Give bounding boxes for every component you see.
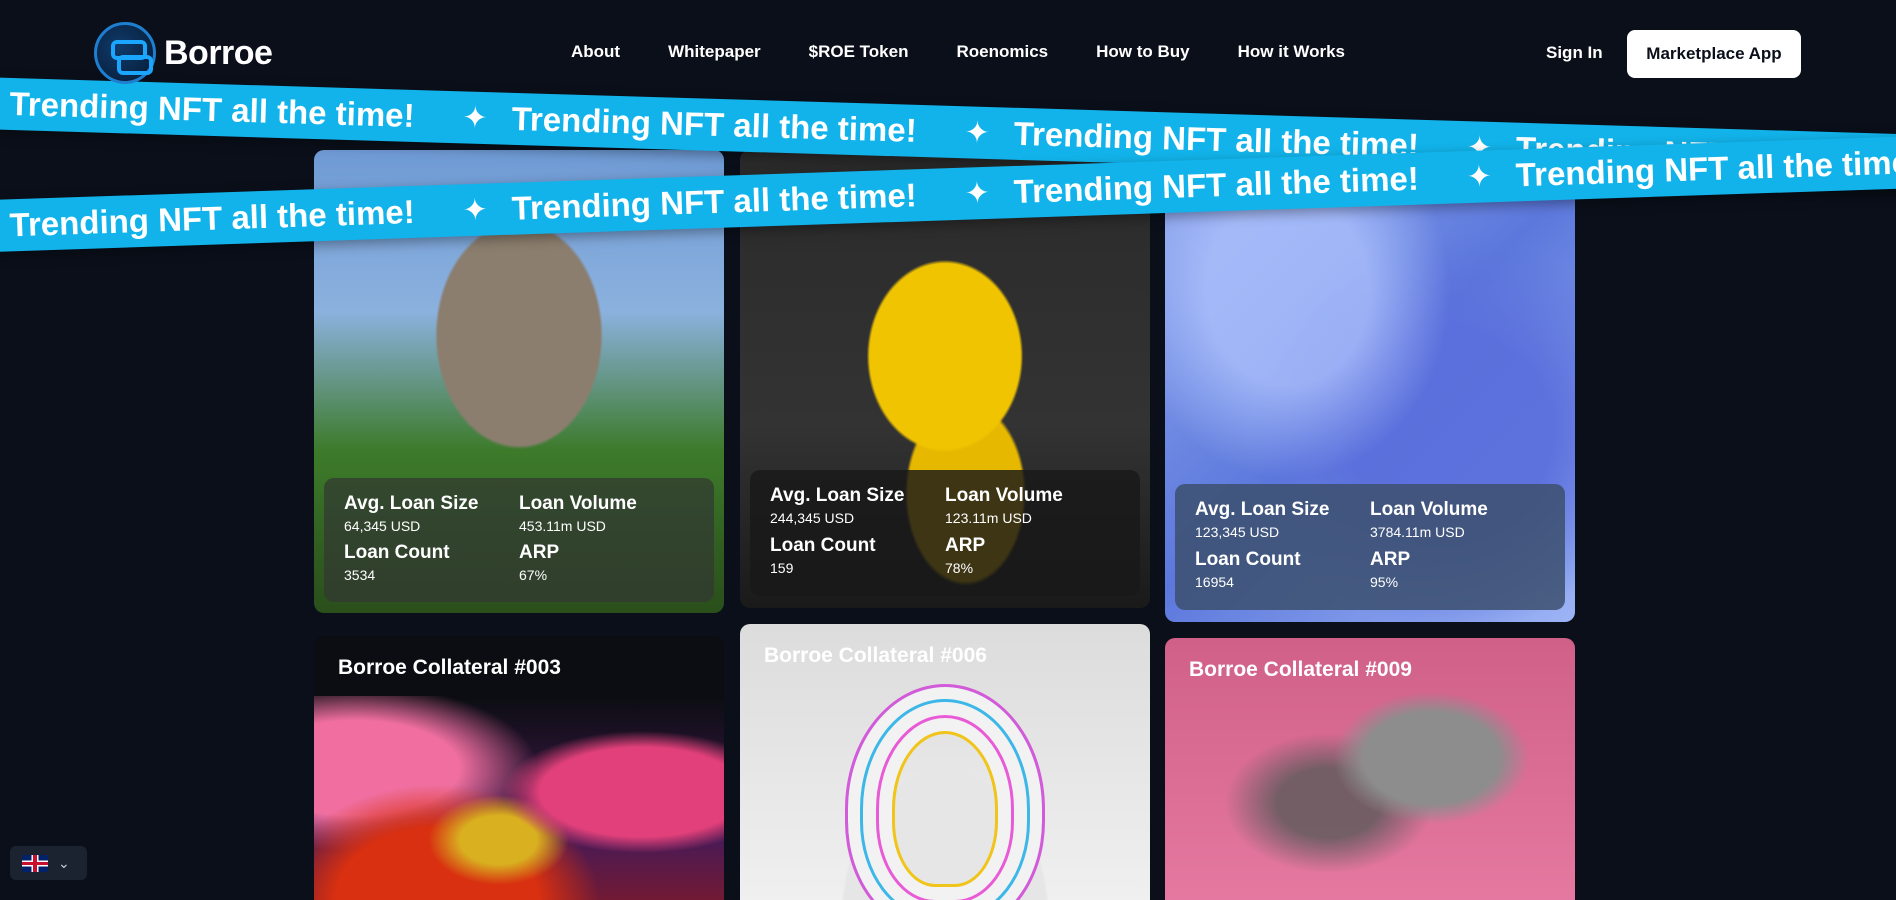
loan-volume-value: 123.11m USD	[945, 510, 1032, 526]
loan-count-label: Loan Count	[344, 542, 450, 563]
arp-value: 67%	[519, 567, 548, 583]
logo-text: Borroe	[164, 33, 273, 72]
nft-card-blue-abstract[interactable]: Avg. Loan Size 123,345 USD Loan Volume 378…	[1165, 150, 1575, 622]
loan-stats-panel: Avg. Loan Size 123,345 USD Loan Volume 378…	[1175, 484, 1565, 610]
arp-label: ARP	[519, 542, 560, 563]
uk-flag-icon	[22, 854, 48, 872]
nav-whitepaper[interactable]: Whitepaper	[668, 42, 761, 62]
collateral-title: Borroe Collateral #009	[1189, 658, 1412, 681]
nav-how-it-works[interactable]: How it Works	[1238, 42, 1345, 62]
avg-loan-size-value: 64,345 USD	[344, 518, 421, 534]
collateral-title: Borroe Collateral #003	[338, 656, 561, 679]
avg-loan-size-label: Avg. Loan Size	[770, 485, 905, 506]
arp-label: ARP	[945, 535, 986, 556]
loan-stats-panel: Avg. Loan Size 64,345 USD Loan Volume 453.…	[324, 478, 714, 602]
collateral-title: Borroe Collateral #006	[764, 644, 987, 667]
avg-loan-size-value: 123,345 USD	[1195, 524, 1280, 540]
avg-loan-size-value: 244,345 USD	[770, 510, 855, 526]
loan-volume-value: 453.11m USD	[519, 518, 606, 534]
loan-count-value: 159	[770, 560, 794, 576]
nav-roe-token[interactable]: $ROE Token	[809, 42, 909, 62]
chevron-down-icon: ⌄	[58, 854, 70, 871]
loan-count-label: Loan Count	[770, 535, 876, 556]
avg-loan-size-label: Avg. Loan Size	[344, 493, 479, 514]
collateral-card-006[interactable]: Borroe Collateral #006	[740, 624, 1150, 900]
nav-how-to-buy[interactable]: How to Buy	[1096, 42, 1190, 62]
sparkle-icon: ✦	[1466, 159, 1493, 194]
arp-label: ARP	[1370, 549, 1411, 570]
loan-volume-value: 3784.11m USD	[1370, 524, 1465, 540]
ribbon-text: Trending NFT all the time!	[1013, 159, 1420, 211]
loan-count-value: 3534	[344, 567, 376, 583]
logo[interactable]: Borroe	[94, 22, 273, 84]
ribbon-text: Trending NFT all the time!	[9, 192, 416, 244]
avg-loan-size-label: Avg. Loan Size	[1195, 499, 1330, 520]
ribbon-text: Trending NFT all the time!	[511, 176, 918, 227]
ribbon-text: Trending NFT all the time!	[1515, 142, 1896, 194]
nft-artwork-face	[845, 684, 1045, 900]
sparkle-icon: ✦	[964, 176, 991, 211]
arp-value: 78%	[945, 560, 974, 576]
loan-volume-label: Loan Volume	[519, 493, 637, 514]
nav-about[interactable]: About	[571, 42, 620, 62]
marketplace-app-button[interactable]: Marketplace App	[1627, 30, 1801, 78]
arp-value: 95%	[1370, 574, 1399, 590]
loan-count-label: Loan Count	[1195, 549, 1301, 570]
language-selector[interactable]: ⌄	[10, 846, 87, 880]
site-header: Borroe About Whitepaper $ROE Token Roeno…	[0, 0, 1896, 108]
loan-stats-panel: Avg. Loan Size 244,345 USD Loan Volume 123…	[750, 470, 1140, 596]
borroe-logo-icon	[94, 22, 156, 84]
collateral-card-003[interactable]: Borroe Collateral #003	[314, 636, 724, 900]
loan-volume-label: Loan Volume	[945, 485, 1063, 506]
main-nav: About Whitepaper $ROE Token Roenomics Ho…	[571, 42, 1345, 62]
nav-roenomics[interactable]: Roenomics	[956, 42, 1048, 62]
sparkle-icon: ✦	[964, 115, 991, 150]
loan-count-value: 16954	[1195, 574, 1234, 590]
nft-artwork-particles	[314, 696, 724, 900]
sparkle-icon: ✦	[462, 193, 489, 227]
collateral-card-009[interactable]: Borroe Collateral #009	[1165, 638, 1575, 900]
loan-volume-label: Loan Volume	[1370, 499, 1488, 520]
sign-in-link[interactable]: Sign In	[1546, 43, 1603, 63]
